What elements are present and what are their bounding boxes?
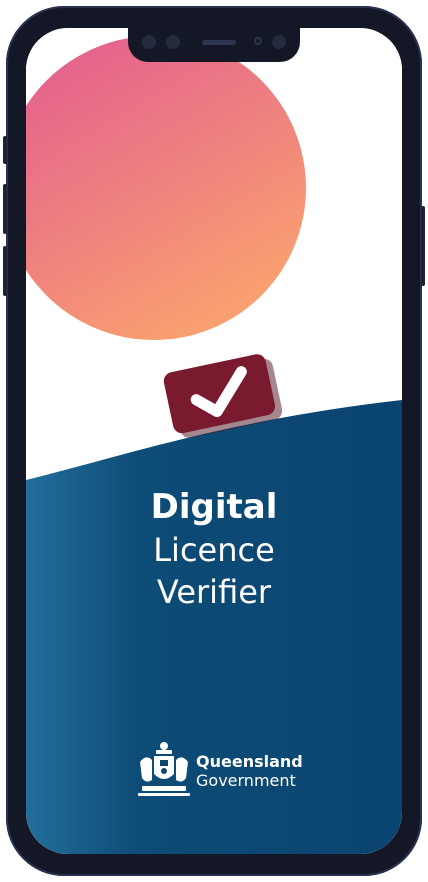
logo-subtitle: Government bbox=[196, 771, 296, 790]
queensland-coat-of-arms-icon bbox=[138, 742, 190, 796]
phone-frame: Digital Licence Verifier Queensland Gove… bbox=[3, 6, 425, 876]
side-button-volume-down bbox=[3, 246, 7, 296]
earpiece-speaker bbox=[202, 40, 236, 45]
front-camera bbox=[254, 37, 262, 45]
queensland-government-logo: Queensland Government bbox=[136, 740, 306, 800]
front-sensor bbox=[272, 35, 286, 49]
splash-screen: Digital Licence Verifier Queensland Gove… bbox=[26, 28, 402, 854]
front-sensor bbox=[166, 35, 180, 49]
side-button-silent bbox=[3, 136, 7, 164]
side-button-volume-up bbox=[3, 184, 7, 234]
front-sensor bbox=[142, 35, 156, 49]
app-title-digital: Digital bbox=[150, 487, 278, 527]
notch bbox=[128, 28, 300, 62]
app-title-verifier: Verifier bbox=[156, 573, 272, 611]
checkmark-card-icon bbox=[163, 354, 283, 438]
logo-name: Queensland bbox=[196, 752, 303, 771]
side-button-power bbox=[421, 206, 425, 286]
app-title-licence: Licence bbox=[153, 531, 275, 569]
